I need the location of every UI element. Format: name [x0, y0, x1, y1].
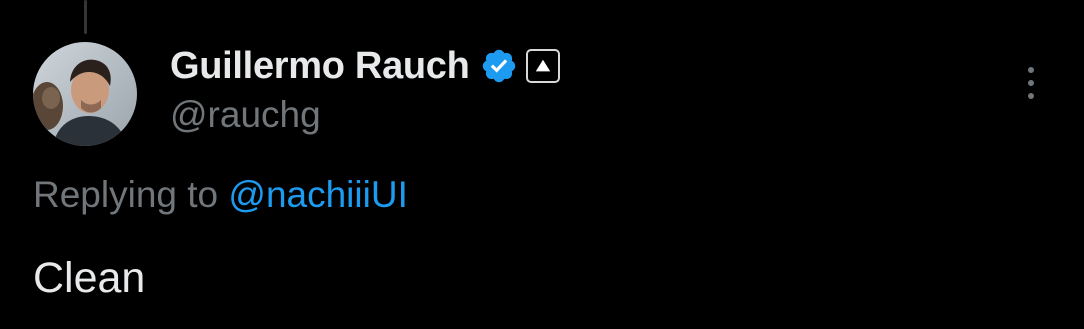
more-dot — [1028, 93, 1034, 99]
avatar[interactable] — [33, 42, 137, 146]
more-dot — [1028, 80, 1034, 86]
more-vertical-icon — [1028, 67, 1034, 73]
more-options-button[interactable] — [1010, 60, 1052, 106]
author-display-name[interactable]: Guillermo Rauch — [170, 45, 470, 88]
avatar-photo — [33, 42, 137, 146]
tweet-text: Clean — [33, 254, 146, 302]
author-name-row: Guillermo Rauch — [170, 44, 560, 88]
vercel-triangle-icon[interactable] — [525, 49, 560, 83]
verified-badge-icon[interactable] — [480, 47, 518, 85]
author-handle[interactable]: @rauchg — [170, 94, 321, 136]
reply-mention-link[interactable]: @nachiiiUI — [228, 174, 407, 215]
replying-to-line: Replying to @nachiiiUI — [33, 174, 408, 216]
replying-to-label: Replying to — [33, 174, 219, 215]
thread-connector-line — [84, 0, 87, 34]
